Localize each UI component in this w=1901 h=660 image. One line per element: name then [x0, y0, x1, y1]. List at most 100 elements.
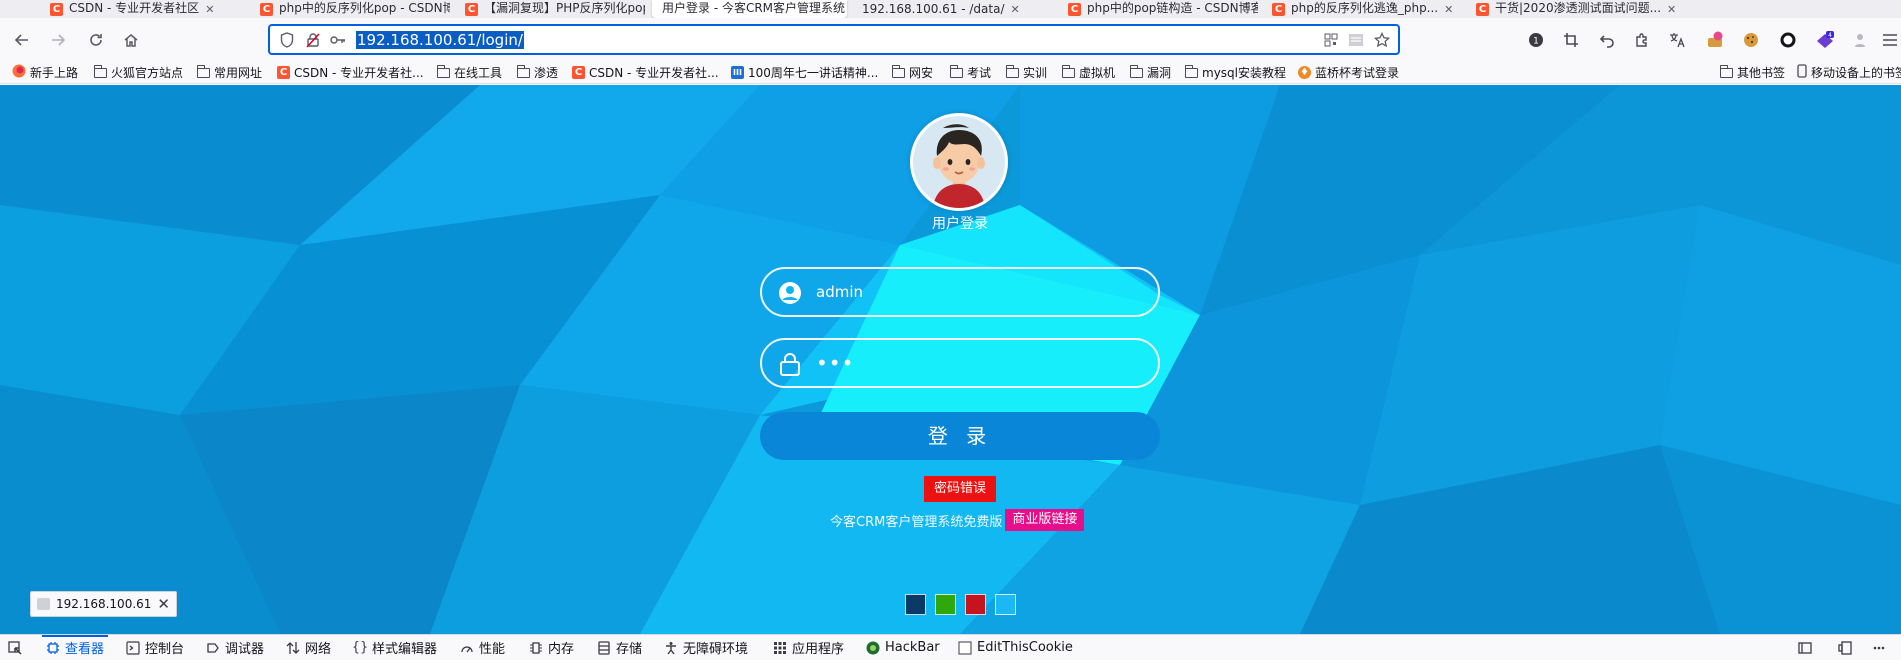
home-button[interactable] — [119, 28, 143, 52]
tab-interview[interactable]: C 干货|2020渗透测试面试问题... ✕ — [1466, 0, 1676, 18]
tab-csdn[interactable]: C CSDN - 专业开发者社区 ✕ — [40, 0, 245, 18]
bookmark-getting-started[interactable]: 新手上路 — [12, 64, 78, 81]
tab-storage[interactable]: 存储 — [597, 635, 642, 660]
tab-editthiscookie[interactable]: EditThisCookie — [958, 635, 1073, 660]
insecure-lock-icon[interactable] — [305, 32, 321, 48]
translate-icon[interactable] — [1667, 30, 1687, 50]
bookmark-common-sites[interactable]: 常用网址 — [196, 64, 262, 81]
bookmark-exam[interactable]: 考试 — [949, 64, 991, 81]
extension-puzzle-icon[interactable] — [1632, 30, 1652, 50]
responsive-design-button[interactable] — [1798, 635, 1812, 660]
tab-strip: C CSDN - 专业开发者社区 ✕ C php中的反序列化pop - CSDN… — [0, 0, 1901, 18]
bookmark-csdn-1[interactable]: C CSDN - 专业开发者社... — [277, 64, 424, 81]
undo-icon[interactable] — [1597, 30, 1617, 50]
tab-label: 192.168.100.61 - /data/ — [862, 2, 1005, 16]
password-field[interactable]: ••• — [760, 338, 1160, 388]
tab-vuln[interactable]: C 【漏洞复现】PHP反序列化pop... ✕ — [455, 0, 645, 18]
tab-debugger[interactable]: 调试器 — [206, 635, 264, 660]
bookmark-label: 蓝桥杯考试登录 — [1315, 66, 1400, 80]
bookmark-training[interactable]: 实训 — [1005, 64, 1047, 81]
theme-swatch-navy[interactable] — [905, 594, 926, 615]
close-icon[interactable]: ✕ — [1444, 3, 1453, 16]
devtools-tab-label: 存储 — [616, 642, 643, 657]
user-avatar — [910, 113, 1008, 211]
theme-color-switcher — [905, 594, 1016, 615]
tab-pop-chain[interactable]: C php中的pop链构造 - CSDN博客 ✕ — [1058, 0, 1258, 18]
theme-swatch-sky[interactable] — [995, 594, 1016, 615]
close-icon[interactable]: ✕ — [205, 3, 214, 16]
tab-data[interactable]: 192.168.100.61 - /data/ ✕ — [852, 0, 1052, 18]
shield-icon[interactable] — [279, 32, 295, 48]
dock-layout-button[interactable] — [1838, 635, 1852, 660]
bookmark-other[interactable]: 其他书签 — [1719, 64, 1785, 81]
bookmark-cybersecurity[interactable]: 网安 — [891, 64, 933, 81]
tab-accessibility[interactable]: 无障碍环境 — [664, 635, 748, 660]
close-icon[interactable]: ✕ — [157, 595, 170, 613]
tab-label: php的反序列化逃逸_php... — [1291, 1, 1439, 15]
promo-line: 今客CRM客户管理系统免费版 商业版链接 — [830, 509, 1085, 531]
bookmark-100-anniversary[interactable]: III 100周年七一讲话精神... — [731, 64, 878, 81]
bookmark-label: mysql安装教程 — [1202, 66, 1286, 80]
tab-performance[interactable]: 性能 — [460, 635, 505, 660]
circle-extension-icon[interactable] — [1778, 30, 1798, 50]
accessibility-icon — [664, 641, 678, 655]
tab-memory[interactable]: 内存 — [529, 635, 574, 660]
tab-network[interactable]: 网络 — [286, 635, 331, 660]
bookmark-mysql[interactable]: mysql安装教程 — [1184, 64, 1286, 81]
bookmark-pentest[interactable]: 渗透 — [516, 64, 558, 81]
bookmark-star-icon[interactable] — [1374, 32, 1390, 48]
back-button[interactable] — [10, 28, 34, 52]
bookmark-label: 移动设备上的书签 — [1811, 66, 1901, 80]
tab-inspector[interactable]: 查看器 — [41, 635, 109, 660]
bookmark-vm[interactable]: 虚拟机 — [1061, 64, 1115, 81]
password-input[interactable]: ••• — [816, 353, 854, 373]
login-button[interactable]: 登 录 — [760, 412, 1160, 460]
bookmark-online-tools[interactable]: 在线工具 — [436, 64, 502, 81]
folder-icon — [949, 64, 963, 78]
folder-icon — [1005, 64, 1019, 78]
cookie-icon[interactable] — [1741, 30, 1761, 50]
tab-label: 【漏洞复现】PHP反序列化pop... — [484, 1, 645, 15]
tab-php-pop[interactable]: C php中的反序列化pop - CSDN博客 ✕ — [250, 0, 450, 18]
tab-style-editor[interactable]: {} 样式编辑器 — [352, 635, 437, 660]
bookmark-firefox-site[interactable]: 火狐官方站点 — [93, 64, 183, 81]
reload-button[interactable] — [84, 28, 108, 52]
folder-icon — [1184, 64, 1198, 78]
close-icon[interactable]: ✕ — [1667, 3, 1676, 16]
qr-code-icon[interactable] — [1323, 32, 1339, 48]
devtools-more-button[interactable] — [1872, 635, 1886, 660]
tab-login[interactable]: 用户登录 - 今客CRM客户管理系统 ✕ — [652, 0, 847, 18]
console-icon — [126, 640, 140, 655]
folder-icon — [1061, 64, 1075, 78]
tab-application[interactable]: 应用程序 — [773, 635, 844, 660]
extension-badge-icon[interactable] — [1705, 30, 1725, 50]
username-field[interactable] — [760, 267, 1160, 317]
csdn-icon: C — [465, 3, 478, 16]
bookmark-vulns[interactable]: 漏洞 — [1129, 64, 1171, 81]
crop-icon[interactable] — [1561, 30, 1581, 50]
bookmark-lanqiao[interactable]: ♦ 蓝桥杯考试登录 — [1298, 64, 1399, 81]
tab-hackbar[interactable]: HackBar — [866, 635, 940, 660]
url-text[interactable]: 192.168.100.61/login/ — [356, 31, 524, 49]
username-input[interactable] — [816, 277, 1136, 307]
business-edition-link[interactable]: 商业版链接 — [1005, 509, 1085, 531]
forward-button[interactable] — [46, 28, 70, 52]
key-icon[interactable] — [330, 32, 346, 48]
theme-swatch-red[interactable] — [965, 594, 986, 615]
onepassword-icon[interactable]: 1 — [1526, 30, 1546, 50]
bookmark-mobile[interactable]: 移动设备上的书签 — [1797, 64, 1901, 81]
theme-swatch-green[interactable] — [935, 594, 956, 615]
tab-console[interactable]: 控制台 — [126, 635, 184, 660]
element-picker-button[interactable] — [8, 635, 22, 660]
csdn-icon: C — [277, 66, 290, 79]
close-icon[interactable]: ✕ — [1011, 3, 1020, 16]
reader-view-icon[interactable] — [1348, 32, 1364, 48]
purple-extension-icon[interactable]: 4 — [1815, 30, 1835, 50]
address-bar[interactable]: 192.168.100.61/login/ — [268, 24, 1400, 55]
grey-extension-icon[interactable] — [1850, 30, 1870, 50]
bookmark-csdn-2[interactable]: C CSDN - 专业开发者社... — [572, 64, 719, 81]
tab-escape[interactable]: C php的反序列化逃逸_php... ✕ — [1262, 0, 1462, 18]
csdn-icon: C — [1068, 3, 1081, 16]
menu-icon[interactable] — [1881, 30, 1899, 50]
tab-label: CSDN - 专业开发者社区 — [69, 1, 200, 15]
